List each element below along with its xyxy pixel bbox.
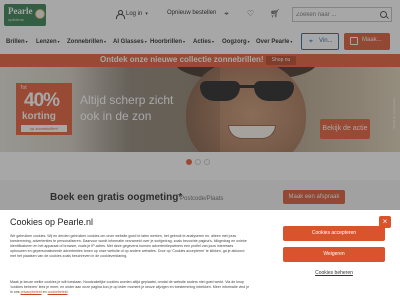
manage-cookies-link[interactable]: Cookies beheren bbox=[283, 270, 385, 276]
cookie-policy-link[interactable]: cookiebeleid bbox=[48, 290, 68, 294]
accept-cookies-button[interactable]: Cookies accepteren bbox=[283, 226, 385, 241]
reject-cookies-button[interactable]: Weigeren bbox=[283, 247, 385, 262]
cookie-description: We gebruiken cookies. Wij en derden gebr… bbox=[10, 234, 247, 258]
cookie-choice-text: Maak je keuze welke cookies je wilt toes… bbox=[10, 280, 250, 294]
cookie-title: Cookies op Pearle.nl bbox=[10, 217, 94, 227]
privacy-policy-link[interactable]: privacybeleid bbox=[21, 290, 42, 294]
cookie-conjunction: en bbox=[42, 290, 47, 294]
